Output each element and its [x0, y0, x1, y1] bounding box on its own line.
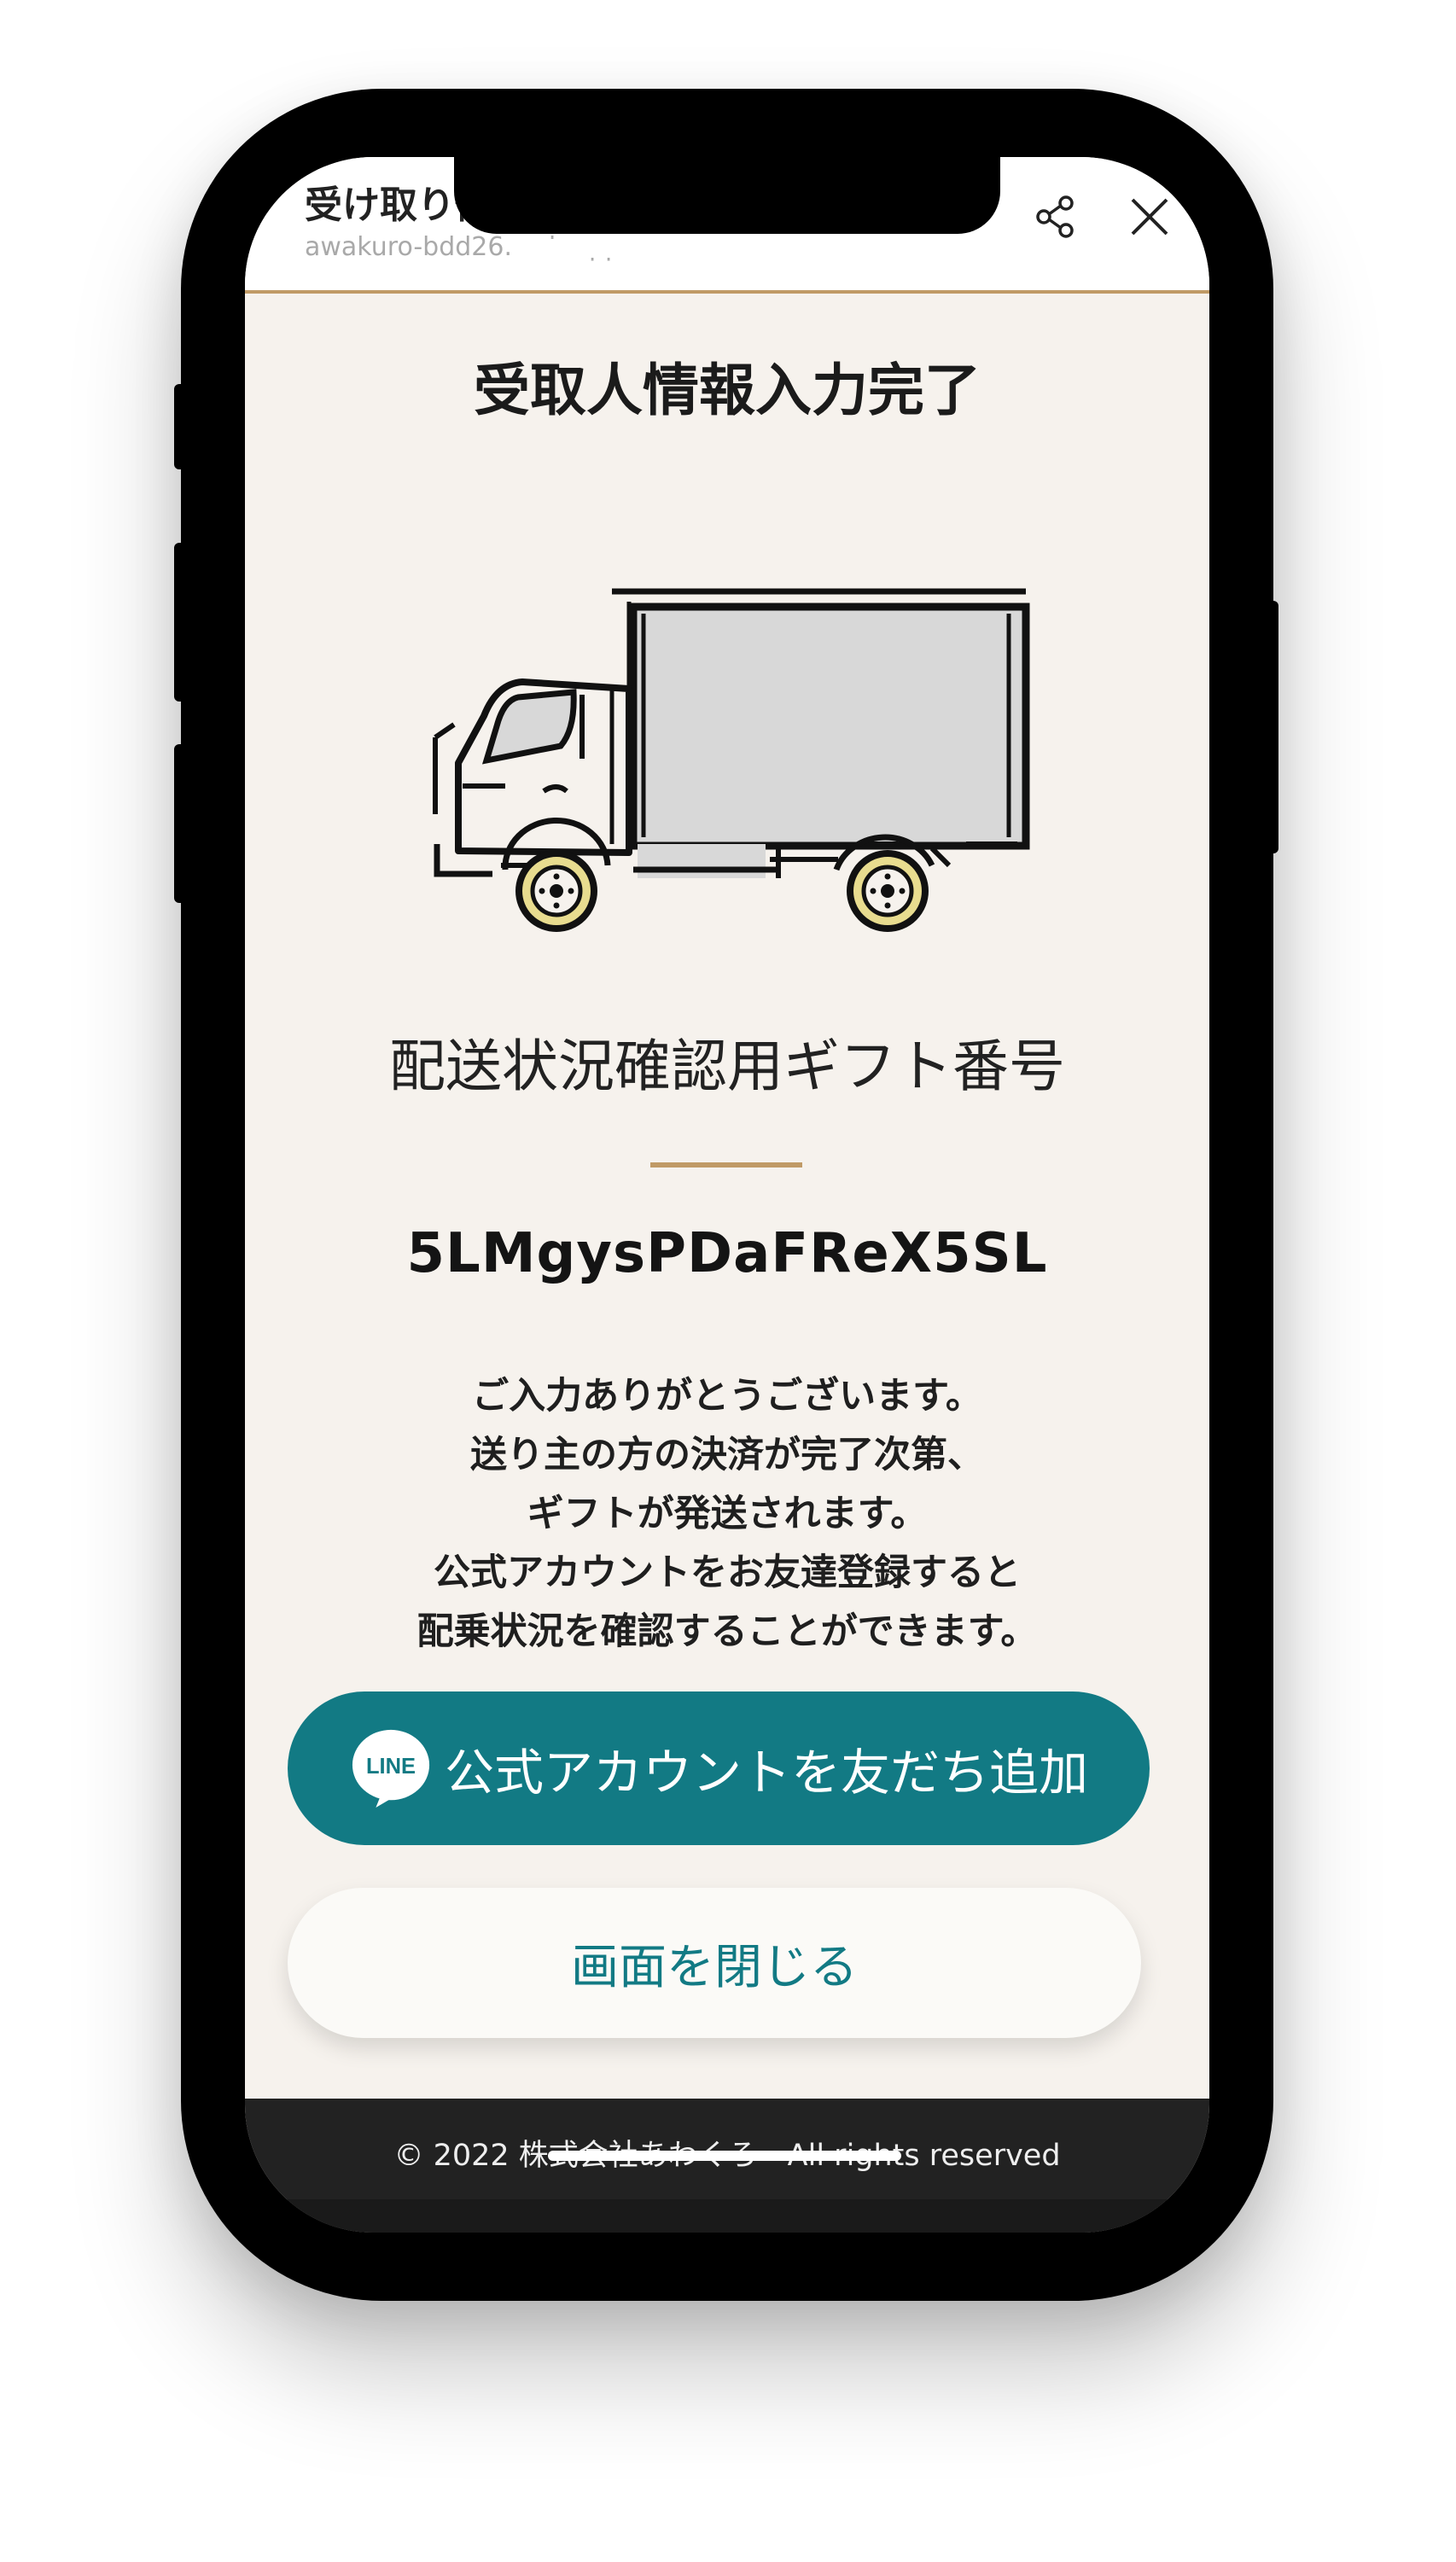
page-title: 受取人情報入力完了	[474, 358, 981, 423]
gift-number: 5LMgysPDaFReX5SL	[406, 1222, 1048, 1285]
browser-header: 受け取り情 awakuro-bdd26.web.app	[245, 157, 1209, 294]
footer-band	[245, 2199, 1209, 2233]
line-logo-text: LINE	[366, 1755, 416, 1779]
home-indicator[interactable]	[548, 2151, 901, 2161]
share-icon[interactable]	[1030, 191, 1081, 242]
footer: © 2022 株式会社あわくろ - All rights reserved	[245, 2099, 1209, 2233]
phone-power-button	[1267, 601, 1278, 853]
message-line: 配乗状況を確認することができます。	[416, 1610, 1038, 1653]
phone-side-button	[174, 384, 186, 469]
message-line: 公式アカウントをお友達登録すると	[434, 1552, 1021, 1594]
message-line: ご入力ありがとうございます。	[472, 1375, 982, 1418]
add-line-friend-button[interactable]: LINE 公式アカウントを友だち追加	[288, 1692, 1150, 1845]
message-line: ギフトが発送されます。	[527, 1493, 928, 1535]
screen: 受け取り情 awakuro-bdd26.web.app 受取人情報入力完了 配送…	[245, 157, 1209, 2233]
add-line-friend-label: 公式アカウントを友だち追加	[444, 1744, 1088, 1802]
notch-speaker	[510, 239, 660, 258]
notch-camera	[696, 236, 719, 260]
delivery-truck-icon	[433, 588, 1030, 932]
confirmation-message: ご入力ありがとうございます。 送り主の方の決済が完了次第、 ギフトが発送されます…	[245, 1367, 1209, 1662]
close-screen-button[interactable]: 画面を閉じる	[288, 1888, 1141, 2038]
phone-volume-up-button	[174, 543, 186, 702]
phone-notch	[454, 157, 1000, 234]
message-line: 送り主の方の決済が完了次第、	[470, 1434, 984, 1476]
close-icon[interactable]	[1124, 191, 1175, 242]
divider	[650, 1162, 802, 1167]
gift-number-heading: 配送状況確認用ギフト番号	[389, 1034, 1065, 1099]
line-logo-icon: LINE	[352, 1729, 430, 1808]
phone-frame: 受け取り情 awakuro-bdd26.web.app 受取人情報入力完了 配送…	[174, 89, 1278, 2301]
phone-volume-down-button	[174, 744, 186, 903]
close-screen-label: 画面を閉じる	[571, 1939, 858, 1995]
